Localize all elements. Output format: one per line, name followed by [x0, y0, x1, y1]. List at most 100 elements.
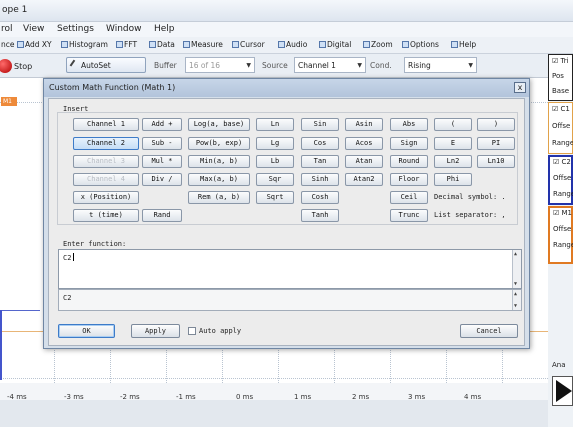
buffer-select[interactable]: 16 of 16 ▼ [185, 57, 255, 73]
checkbox-box[interactable] [188, 327, 196, 335]
menu-settings[interactable]: Settings [57, 24, 94, 34]
scroll-down-icon[interactable]: ▼ [514, 303, 517, 309]
insert-min-button[interactable]: Min(a, b) [188, 155, 250, 168]
ok-button[interactable]: OK [58, 324, 115, 338]
condition-select[interactable]: Rising ▼ [404, 57, 477, 73]
insert-cos-button[interactable]: Cos [301, 137, 339, 150]
insert-phi-button[interactable]: Phi [434, 173, 472, 186]
menu-window[interactable]: Window [106, 24, 142, 34]
toolbar-zoom[interactable]: Zoom [363, 40, 393, 49]
toolbar-help[interactable]: Help [451, 40, 476, 49]
channel2-panel[interactable]: ☑ C2 Offse Range [548, 155, 573, 205]
cancel-button[interactable]: Cancel [460, 324, 518, 338]
insert-lb-button[interactable]: Lb [256, 155, 294, 168]
chevron-down-icon: ▼ [468, 62, 473, 69]
stop-button[interactable]: Stop [0, 59, 50, 75]
source-select[interactable]: Channel 1 ▼ [294, 57, 366, 73]
insert-mul-button[interactable]: Mul * [142, 155, 182, 168]
insert-tanh-button[interactable]: Tanh [301, 209, 339, 222]
dialog-body: Insert Channel 1 Channel 2 Channel 3 Cha… [48, 98, 525, 346]
toolbar-cursor[interactable]: Cursor [232, 40, 265, 49]
dialog-title-bar[interactable]: Custom Math Function (Math 1) x [44, 79, 529, 97]
math1-offset-label: Offse [553, 225, 572, 233]
insert-add-button[interactable]: Add + [142, 118, 182, 131]
insert-lparen-button[interactable]: ( [434, 118, 472, 131]
insert-div-button[interactable]: Div / [142, 173, 182, 186]
insert-max-button[interactable]: Max(a, b) [188, 173, 250, 186]
insert-tan-button[interactable]: Tan [301, 155, 339, 168]
menu-view[interactable]: View [23, 24, 44, 34]
channel1-panel[interactable]: ☑ C1 Offse Range [548, 102, 573, 154]
insert-ln-button[interactable]: Ln [256, 118, 294, 131]
insert-acos-button[interactable]: Acos [345, 137, 383, 150]
insert-ceil-button[interactable]: Ceil [390, 191, 428, 204]
list-separator-text: List separator: , [434, 211, 506, 219]
dialog-title: Custom Math Function (Math 1) [49, 83, 176, 92]
math1-label: ☑ M1 [553, 209, 573, 217]
function-input-scrollbar[interactable]: ▲ ▼ [512, 250, 521, 288]
insert-sin-button[interactable]: Sin [301, 118, 339, 131]
insert-sub-button[interactable]: Sub - [142, 137, 182, 150]
scroll-down-icon[interactable]: ▼ [514, 281, 517, 287]
toolbar-add-xy[interactable]: Add XY [17, 40, 52, 49]
trigger-panel[interactable]: ☑ Tri Pos Base [548, 54, 573, 101]
scroll-up-icon[interactable]: ▲ [514, 251, 517, 257]
insert-floor-button[interactable]: Floor [390, 173, 428, 186]
close-icon[interactable]: x [514, 82, 526, 93]
insert-sign-button[interactable]: Sign [390, 137, 428, 150]
autoset-button[interactable]: AutoSet [66, 57, 146, 73]
toolbar-measure[interactable]: Measure [183, 40, 223, 49]
measure-icon [183, 41, 190, 48]
source-label: Source [262, 61, 288, 70]
help-icon [451, 41, 458, 48]
toolbar-reference[interactable]: nce [1, 40, 15, 49]
insert-e-button[interactable]: E [434, 137, 472, 150]
insert-abs-button[interactable]: Abs [390, 118, 428, 131]
menu-bar: rol View Settings Window Help [0, 22, 573, 37]
insert-rem-button[interactable]: Rem (a, b) [188, 191, 250, 204]
scroll-up-icon[interactable]: ▲ [514, 291, 517, 297]
insert-lg-button[interactable]: Lg [256, 137, 294, 150]
apply-button[interactable]: Apply [131, 324, 180, 338]
toolbar-histogram[interactable]: Histogram [61, 40, 108, 49]
function-preview-scrollbar[interactable]: ▲ ▼ [512, 290, 521, 310]
insert-rand-button[interactable]: Rand [142, 209, 182, 222]
toolbar-options[interactable]: Options [402, 40, 439, 49]
toolbar-audio[interactable]: Audio [278, 40, 307, 49]
insert-log-button[interactable]: Log(a, base) [188, 118, 250, 131]
insert-x-position-button[interactable]: x (Position) [73, 191, 139, 204]
insert-sqrt-button[interactable]: Sqrt [256, 191, 294, 204]
insert-atan2-button[interactable]: Atan2 [345, 173, 383, 186]
insert-asin-button[interactable]: Asin [345, 118, 383, 131]
insert-sinh-button[interactable]: Sinh [301, 173, 339, 186]
toolbar-digital[interactable]: Digital [319, 40, 351, 49]
channel2-offset-label: Offse [553, 174, 572, 182]
insert-sqr-button[interactable]: Sqr [256, 173, 294, 186]
toolbar-data[interactable]: Data [149, 40, 175, 49]
insert-rparen-button[interactable]: ) [477, 118, 515, 131]
insert-atan-button[interactable]: Atan [345, 155, 383, 168]
menu-control[interactable]: rol [1, 24, 13, 34]
insert-channel1-button[interactable]: Channel 1 [73, 118, 139, 131]
analyze-label: Ana [552, 361, 566, 369]
insert-channel2-button[interactable]: Channel 2 [73, 137, 139, 150]
math1-panel[interactable]: ☑ M1 Offse Range [548, 206, 573, 264]
insert-ln10-button[interactable]: Ln10 [477, 155, 515, 168]
insert-round-button[interactable]: Round [390, 155, 428, 168]
toolbar: nce Add XY Histogram FFT Data Measure Cu… [0, 37, 573, 54]
insert-ln2-button[interactable]: Ln2 [434, 155, 472, 168]
menu-help[interactable]: Help [154, 24, 175, 34]
math1-marker[interactable]: M1 [1, 97, 17, 106]
insert-pi-button[interactable]: PI [477, 137, 515, 150]
play-icon [556, 380, 572, 402]
toolbar-fft[interactable]: FFT [116, 40, 137, 49]
histogram-icon [61, 41, 68, 48]
time-axis: -4 ms -3 ms -2 ms -1 ms 0 ms 1 ms 2 ms 3… [0, 383, 548, 401]
insert-t-time-button[interactable]: t (time) [73, 209, 139, 222]
insert-trunc-button[interactable]: Trunc [390, 209, 428, 222]
function-input[interactable]: C2 ▲ ▼ [58, 249, 522, 289]
decimal-symbol-text: Decimal symbol: . [434, 193, 506, 201]
insert-cosh-button[interactable]: Cosh [301, 191, 339, 204]
channel2-trace-edge [0, 310, 2, 380]
insert-pow-button[interactable]: Pow(b, exp) [188, 137, 250, 150]
